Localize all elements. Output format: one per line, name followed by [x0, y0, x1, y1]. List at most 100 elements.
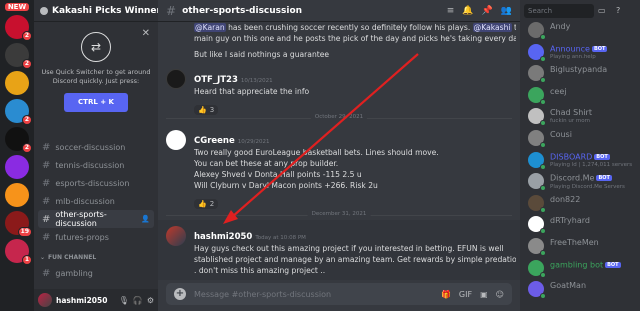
message-author[interactable]: CGreene — [194, 136, 235, 146]
status-indicator — [540, 228, 546, 235]
category-label: FUN CHANNEL — [48, 253, 97, 261]
gear-icon[interactable]: ⚙ — [147, 296, 154, 305]
discord-window: NEW 2 2 2 2 19 1 Kakashi Picks Winner... ⌄ ✕ … — [0, 0, 640, 311]
status-indicator — [540, 185, 546, 192]
message-author[interactable]: OTF_JT23 — [194, 75, 238, 85]
channel-item[interactable]: # other-sports-discussion 👤 — [38, 210, 154, 228]
member-item[interactable]: Cousi — [528, 130, 638, 148]
member-item[interactable]: ceej — [528, 86, 638, 105]
server-icon[interactable]: 2 — [5, 99, 32, 125]
mention-kakashi[interactable]: @Kakashi — [472, 23, 512, 32]
status-indicator — [540, 77, 546, 84]
member-item[interactable]: Chad Shirt fuckin ur mom — [528, 108, 638, 127]
sticker-icon[interactable]: ▣ — [480, 290, 488, 299]
server-icon[interactable] — [5, 71, 29, 95]
channel-header: # other-sports-discussion ≡ 🔔 📌 👥 — [158, 0, 520, 22]
status-indicator — [540, 120, 546, 127]
avatar — [528, 108, 546, 127]
server-icon[interactable]: 2 — [5, 15, 32, 41]
pin-icon[interactable]: 📌 — [482, 6, 493, 16]
hash-icon: # — [42, 231, 51, 243]
channel-item[interactable]: # tennis-discussion — [38, 156, 154, 174]
message-author[interactable]: hashmi2050 — [194, 232, 252, 242]
reaction-thumbs-up[interactable]: 👍 2 — [194, 199, 219, 209]
message-timestamp: Today at 10:08 PM — [255, 235, 306, 241]
gift-icon[interactable]: 🎁 — [441, 290, 451, 299]
server-icon[interactable] — [5, 183, 29, 207]
emoji-icon[interactable]: ☺ — [496, 290, 504, 299]
message-composer[interactable]: + Message #other-sports-discussion 🎁 GIF… — [166, 283, 512, 305]
gif-icon[interactable]: GIF — [459, 290, 472, 299]
channel-category[interactable]: ⌄ FUN CHANNEL — [34, 250, 158, 264]
channel-item[interactable]: # gambling — [38, 264, 154, 282]
mention-karan[interactable]: @Karan — [194, 23, 226, 32]
guild-header[interactable]: Kakashi Picks Winner... ⌄ — [34, 0, 158, 22]
channel-item[interactable]: # mlb-discussion — [38, 192, 154, 210]
message-partial: @Karan has been crushing soccer recently… — [166, 22, 516, 60]
date-divider: October 29, 2021 — [166, 114, 512, 120]
headphones-icon[interactable]: 🎧 — [133, 296, 143, 305]
channel-label: esports-discussion — [55, 178, 130, 188]
member-item[interactable]: gambling bot BOT — [528, 259, 638, 278]
server-icon[interactable]: 19 — [5, 211, 32, 237]
channel-item[interactable]: # soccer-discussion — [38, 138, 154, 156]
members-icon[interactable]: 👥 — [501, 6, 512, 16]
member-name: gambling bot — [550, 260, 604, 270]
avatar[interactable] — [38, 293, 52, 307]
status-indicator — [540, 206, 546, 213]
quick-switcher-text: Use Quick Switcher to get around Discord… — [41, 68, 151, 85]
channel-item[interactable]: # futures-props — [38, 228, 154, 246]
reaction-thumbs-up[interactable]: 👍 3 — [194, 105, 219, 115]
member-name: Biglustypanda — [550, 65, 608, 75]
channel-item[interactable]: # esports-discussion — [38, 174, 154, 192]
add-member-icon[interactable]: 👤 — [141, 215, 150, 223]
member-item[interactable]: Announce BOT Playing ann.help — [528, 43, 638, 62]
channel-list: # soccer-discussion # tennis-discussion # esp… — [34, 138, 158, 282]
thumbs-up-icon: 👍 — [198, 106, 207, 114]
help-icon[interactable]: ? — [616, 6, 620, 15]
server-icon[interactable]: 2 — [5, 43, 32, 69]
threads-icon[interactable]: ≡ — [447, 6, 455, 16]
member-item[interactable]: FreeTheMen — [528, 238, 638, 256]
avatar — [528, 281, 546, 300]
chevron-down-icon: ⌄ — [40, 253, 46, 261]
quick-switcher-shortcut-button[interactable]: CTRL + K — [64, 93, 128, 112]
composer-placeholder[interactable]: Message #other-sports-discussion — [194, 290, 331, 299]
channel-label: futures-props — [55, 232, 109, 242]
channel-label: tennis-discussion — [55, 160, 125, 170]
avatar[interactable] — [166, 69, 186, 89]
member-name: ceej — [550, 86, 567, 96]
user-panel: hashmi2050 🎙 🎧 ⚙ — [34, 289, 158, 311]
server-icon[interactable] — [5, 155, 29, 179]
bell-icon[interactable]: 🔔 — [462, 6, 473, 16]
close-icon[interactable]: ✕ — [142, 29, 150, 39]
message-line: stablished project and manage by an amaz… — [194, 255, 516, 264]
avatar — [528, 22, 546, 40]
member-item[interactable]: dRTryhard — [528, 216, 638, 235]
avatar — [528, 86, 546, 105]
member-item[interactable]: Discord.Me BOT Playing Discord.Me Servers — [528, 173, 638, 192]
add-attachment-button[interactable]: + — [174, 288, 186, 300]
username: hashmi2050 — [56, 295, 108, 305]
member-item[interactable]: Biglustypanda — [528, 65, 638, 84]
server-icon[interactable]: 1 — [5, 239, 32, 265]
avatar[interactable] — [166, 226, 186, 246]
avatar — [528, 259, 546, 278]
member-item[interactable]: DISBOARD BOT Playing ld | 1,274,011 server… — [528, 151, 638, 170]
message-cgreene: CGreene 10/29/2021 Two really good EuroLe… — [166, 128, 516, 210]
status-indicator — [540, 271, 546, 278]
microphone-icon[interactable]: 🎙 — [119, 296, 129, 305]
mention-badge: 2 — [21, 59, 32, 69]
quick-switcher-tip: ✕ ⇄ Use Quick Switcher to get around Dis… — [40, 29, 152, 150]
bot-badge: BOT — [605, 261, 621, 268]
avatar[interactable] — [166, 130, 186, 150]
member-name: DISBOARD — [550, 152, 593, 162]
member-item[interactable]: GoatMan — [528, 281, 638, 300]
inbox-icon[interactable]: ▭ — [598, 6, 606, 15]
member-list: Search ▭ ? Andy Announce BOT Playing ann.he… — [520, 0, 640, 311]
server-icon[interactable]: 2 — [5, 127, 32, 153]
member-item[interactable]: don822 — [528, 194, 638, 213]
search-input[interactable]: Search — [524, 4, 594, 18]
member-item[interactable]: Andy — [528, 22, 638, 40]
member-name: Chad Shirt — [550, 108, 592, 118]
